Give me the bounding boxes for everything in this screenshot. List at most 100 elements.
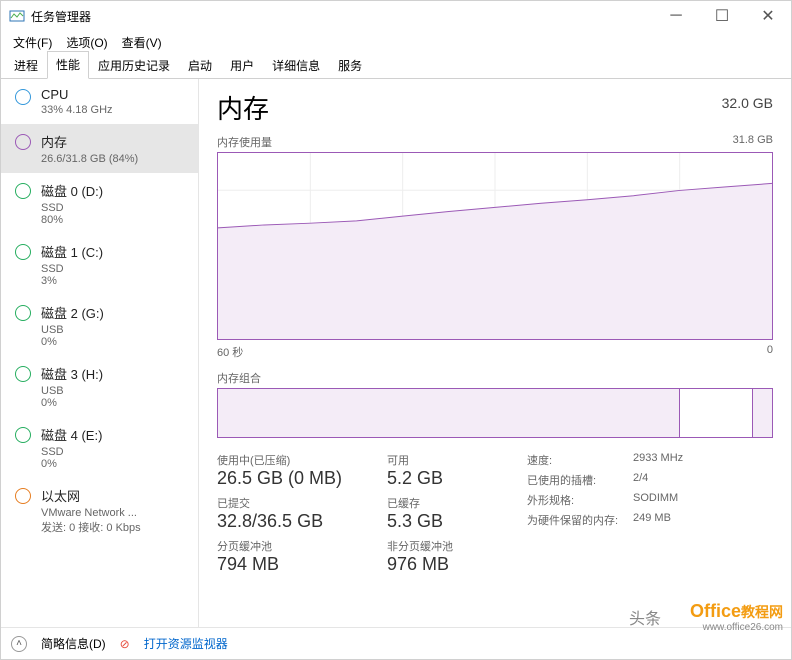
stat-block: 可用5.2 GB [387,452,507,489]
stat-block: 使用中(已压缩)26.5 GB (0 MB) [217,452,387,489]
indicator-icon [15,89,31,105]
window-controls: ─ ☐ ✕ [653,1,791,31]
x-axis-right: 0 [767,344,773,360]
sidebar-item-sub: VMware Network ... [41,507,141,519]
sidebar-item-4[interactable]: 磁盘 2 (G:) USB 0% [1,295,198,356]
menu-view[interactable]: 查看(V) [116,32,168,53]
stat-label: 分页缓冲池 [217,538,387,554]
sidebar-item-name: 内存 [41,132,138,151]
tab-startup[interactable]: 启动 [179,52,221,79]
chart-sub-row: 内存使用量 31.8 GB [217,134,773,150]
stat-label: 可用 [387,452,507,468]
sidebar-item-sub: SSD [41,263,103,275]
sidebar-item-sub2: 3% [41,275,103,287]
tab-processes[interactable]: 进程 [5,52,47,79]
main-panel: 内存 32.0 GB 内存使用量 31.8 GB 60 秒 0 内存组合 使用中… [199,79,791,627]
sidebar-item-sub: 33% 4.18 GHz [41,104,113,116]
x-axis-row: 60 秒 0 [217,344,773,360]
kv-value: 249 MB [633,512,671,528]
simple-view-link[interactable]: 简略信息(D) [41,635,106,652]
kv-key: 为硬件保留的内存: [527,512,627,528]
app-icon [9,8,25,24]
kv-key: 速度: [527,452,627,468]
indicator-icon [15,366,31,382]
sidebar-item-3[interactable]: 磁盘 1 (C:) SSD 3% [1,234,198,295]
sidebar-item-name: CPU [41,87,113,102]
usage-max: 31.8 GB [733,134,773,150]
sidebar-item-6[interactable]: 磁盘 4 (E:) SSD 0% [1,417,198,478]
sidebar-item-2[interactable]: 磁盘 0 (D:) SSD 80% [1,173,198,234]
sidebar-item-sub2: 0% [41,458,102,470]
minimize-button[interactable]: ─ [653,1,699,31]
kv-row: 速度: 2933 MHz [527,452,683,468]
sidebar-item-5[interactable]: 磁盘 3 (H:) USB 0% [1,356,198,417]
bottom-bar: ˄ 简略信息(D) ⊘ 打开资源监视器 [1,627,791,659]
stat-value: 32.8/36.5 GB [217,511,387,532]
sidebar-item-name: 以太网 [41,486,141,505]
stats-grid: 使用中(已压缩)26.5 GB (0 MB)已提交32.8/36.5 GB分页缓… [217,452,773,575]
sidebar-item-7[interactable]: 以太网 VMware Network ... 发送: 0 接收: 0 Kbps [1,478,198,543]
main-header: 内存 32.0 GB [217,89,773,126]
sidebar-item-sub2: 80% [41,214,103,226]
kv-key: 已使用的插槽: [527,472,627,488]
sidebar-item-sub: USB [41,324,104,336]
sidebar-item-1[interactable]: 内存 26.6/31.8 GB (84%) [1,124,198,173]
sidebar: CPU 33% 4.18 GHz 内存 26.6/31.8 GB (84%) 磁… [1,79,199,627]
stat-label: 已缓存 [387,495,507,511]
kv-row: 已使用的插槽: 2/4 [527,472,683,488]
tab-app-history[interactable]: 应用历史记录 [89,52,179,79]
memory-composition-chart[interactable] [217,388,773,438]
kv-value: 2/4 [633,472,648,488]
stat-value: 5.3 GB [387,511,507,532]
kv-key: 外形规格: [527,492,627,508]
stat-block: 非分页缓冲池976 MB [387,538,507,575]
menu-file[interactable]: 文件(F) [7,32,58,53]
indicator-icon [15,244,31,260]
sidebar-item-sub2: 发送: 0 接收: 0 Kbps [41,519,141,535]
tab-performance[interactable]: 性能 [47,51,89,79]
kv-value: 2933 MHz [633,452,683,468]
resource-monitor-icon: ⊘ [120,637,130,651]
sidebar-item-0[interactable]: CPU 33% 4.18 GHz [1,79,198,124]
x-axis-left: 60 秒 [217,344,243,360]
memory-usage-chart[interactable] [217,152,773,340]
sidebar-item-name: 磁盘 1 (C:) [41,242,103,261]
sidebar-item-sub: 26.6/31.8 GB (84%) [41,153,138,165]
stat-value: 976 MB [387,554,507,575]
tab-bar: 进程 性能 应用历史记录 启动 用户 详细信息 服务 [1,53,791,79]
sidebar-item-name: 磁盘 2 (G:) [41,303,104,322]
maximize-button[interactable]: ☐ [699,1,745,31]
capacity-label: 32.0 GB [722,95,773,111]
stat-label: 非分页缓冲池 [387,538,507,554]
resource-monitor-link[interactable]: 打开资源监视器 [144,635,228,652]
tab-details[interactable]: 详细信息 [263,52,329,79]
window-title: 任务管理器 [31,8,653,25]
kv-row: 为硬件保留的内存: 249 MB [527,512,683,528]
stat-value: 794 MB [217,554,387,575]
tab-services[interactable]: 服务 [329,52,371,79]
menu-options[interactable]: 选项(O) [60,32,113,53]
usage-label: 内存使用量 [217,134,272,150]
title-bar: 任务管理器 ─ ☐ ✕ [1,1,791,31]
watermark: Office教程网 www.office26.com [690,601,783,633]
tab-users[interactable]: 用户 [221,52,263,79]
stat-value: 5.2 GB [387,468,507,489]
chevron-up-icon[interactable]: ˄ [11,636,27,652]
indicator-icon [15,427,31,443]
sidebar-item-name: 磁盘 4 (E:) [41,425,102,444]
stat-value: 26.5 GB (0 MB) [217,468,387,489]
sidebar-item-sub2: 0% [41,336,104,348]
watermark-tt: 头条 [629,605,661,629]
indicator-icon [15,183,31,199]
sidebar-item-sub: SSD [41,446,102,458]
comp-label: 内存组合 [217,370,773,386]
sidebar-item-sub2: 0% [41,397,103,409]
indicator-icon [15,488,31,504]
stat-block: 已缓存5.3 GB [387,495,507,532]
content-area: CPU 33% 4.18 GHz 内存 26.6/31.8 GB (84%) 磁… [1,79,791,627]
kv-value: SODIMM [633,492,678,508]
kv-row: 外形规格: SODIMM [527,492,683,508]
indicator-icon [15,305,31,321]
menu-bar: 文件(F) 选项(O) 查看(V) [1,31,791,53]
close-button[interactable]: ✕ [745,1,791,31]
